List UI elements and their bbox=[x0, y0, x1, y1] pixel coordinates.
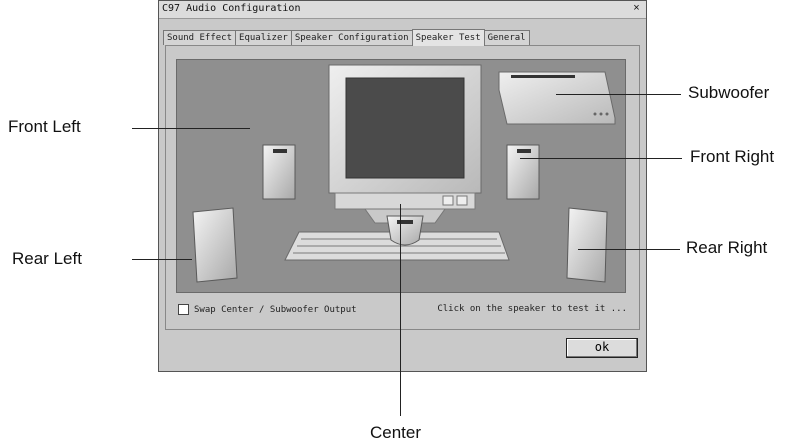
window-title: C97 Audio Configuration bbox=[162, 3, 301, 14]
callout-subwoofer: Subwoofer bbox=[688, 83, 770, 102]
callout-center: Center bbox=[370, 423, 422, 442]
leader-subwoofer bbox=[556, 94, 681, 95]
callout-rear-right: Rear Right bbox=[686, 238, 768, 257]
tab-equalizer[interactable]: Equalizer bbox=[235, 30, 292, 45]
close-icon[interactable]: × bbox=[630, 2, 643, 15]
callout-front-right: Front Right bbox=[690, 147, 775, 166]
ok-button[interactable]: ok bbox=[566, 338, 638, 358]
leader-center bbox=[400, 204, 401, 416]
audio-config-window: C97 Audio Configuration × Sound Effect E… bbox=[158, 0, 647, 372]
monitor bbox=[328, 64, 482, 224]
callout-front-left: Front Left bbox=[8, 117, 81, 136]
swap-output-checkbox[interactable] bbox=[178, 304, 189, 315]
speaker-test-panel: Swap Center / Subwoofer Output Click on … bbox=[165, 45, 640, 330]
speaker-front-right[interactable] bbox=[506, 144, 540, 200]
tab-speaker-configuration[interactable]: Speaker Configuration bbox=[290, 30, 413, 45]
tab-general[interactable]: General bbox=[483, 30, 530, 45]
leader-rear-right bbox=[578, 249, 680, 250]
tab-sound-effect[interactable]: Sound Effect bbox=[163, 30, 237, 45]
swap-output-row[interactable]: Swap Center / Subwoofer Output bbox=[178, 304, 357, 315]
leader-rear-left bbox=[132, 259, 192, 260]
leader-front-right bbox=[520, 158, 682, 159]
tab-speaker-test[interactable]: Speaker Test bbox=[411, 29, 485, 46]
callout-rear-left: Rear Left bbox=[12, 249, 82, 268]
swap-output-label: Swap Center / Subwoofer Output bbox=[194, 304, 357, 315]
speaker-center[interactable] bbox=[386, 215, 424, 246]
speaker-rear-right[interactable] bbox=[566, 207, 608, 283]
speaker-subwoofer[interactable] bbox=[498, 71, 616, 125]
tab-strip: Sound Effect Equalizer Speaker Configura… bbox=[163, 29, 530, 46]
leader-front-left bbox=[132, 128, 250, 129]
title-bar: C97 Audio Configuration × bbox=[159, 1, 646, 19]
speaker-test-hint: Click on the speaker to test it ... bbox=[437, 304, 627, 314]
speaker-rear-left[interactable] bbox=[192, 207, 238, 283]
speaker-front-left[interactable] bbox=[262, 144, 296, 200]
